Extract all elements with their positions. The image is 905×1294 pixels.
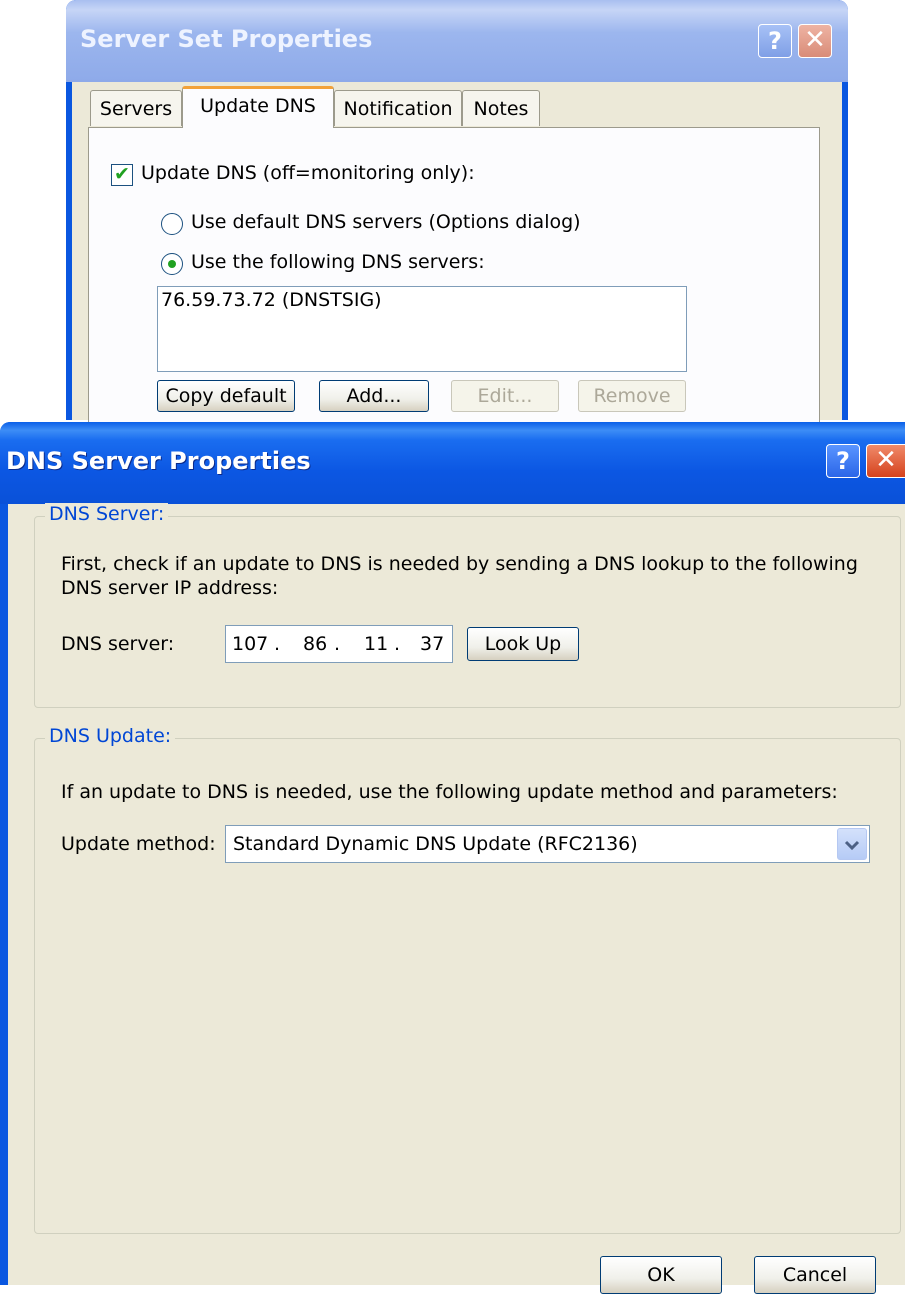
close-icon[interactable]: ✕ xyxy=(866,444,905,478)
dns-server-titlebar[interactable]: DNS Server Properties ? ✕ xyxy=(0,422,905,504)
dns-server-field-label: DNS server: xyxy=(61,633,175,655)
chevron-down-icon xyxy=(844,840,860,851)
dns-server-description-line2: DNS server IP address: xyxy=(61,577,279,599)
ip-separator: . xyxy=(274,633,281,655)
ip-octet-2[interactable]: 86 xyxy=(303,633,327,655)
cancel-button[interactable]: Cancel xyxy=(754,1256,876,1294)
help-icon[interactable]: ? xyxy=(826,444,860,478)
ip-octet-1[interactable]: 107 xyxy=(232,633,268,655)
tab-update-dns[interactable]: Update DNS xyxy=(182,86,334,128)
ok-button[interactable]: OK xyxy=(600,1256,722,1294)
list-item[interactable]: 76.59.73.72 (DNSTSIG) xyxy=(161,289,382,311)
dns-server-legend: DNS Server: xyxy=(45,503,169,525)
help-icon[interactable]: ? xyxy=(758,24,792,58)
tab-notification[interactable]: Notification xyxy=(334,90,462,126)
dns-server-client: DNS Server: First, check if an update to… xyxy=(8,503,905,1294)
edit-button[interactable]: Edit... xyxy=(451,380,559,412)
dns-server-description-line1: First, check if an update to DNS is need… xyxy=(61,553,858,575)
dns-server-properties-window: DNS Server Properties ? ✕ DNS Server: Fi… xyxy=(0,422,905,1294)
following-dns-radio[interactable] xyxy=(161,253,183,275)
tab-servers[interactable]: Servers xyxy=(90,90,182,126)
following-dns-label: Use the following DNS servers: xyxy=(191,251,485,273)
add-button[interactable]: Add... xyxy=(319,380,429,412)
update-method-select[interactable]: Standard Dynamic DNS Update (RFC2136) xyxy=(225,825,870,863)
dns-update-group: DNS Update: If an update to DNS is neede… xyxy=(34,725,901,1234)
default-dns-radio[interactable] xyxy=(161,213,183,235)
dns-server-group: DNS Server: First, check if an update to… xyxy=(34,503,901,708)
server-set-title: Server Set Properties xyxy=(80,25,373,53)
dns-update-description: If an update to DNS is needed, use the f… xyxy=(61,781,838,803)
server-set-properties-window: Server Set Properties ? ✕ Servers Update… xyxy=(66,0,848,427)
dns-server-ip-input[interactable]: 107 . 86 . 11 . 37 xyxy=(225,625,453,663)
ip-octet-4[interactable]: 37 xyxy=(420,633,444,655)
update-dns-label: Update DNS (off=monitoring only): xyxy=(141,162,475,184)
update-method-label: Update method: xyxy=(61,833,216,855)
radio-dot xyxy=(168,260,176,268)
dns-update-legend: DNS Update: xyxy=(45,725,176,747)
server-set-client: Servers Update DNS Notification Notes ✔ … xyxy=(72,82,842,427)
default-dns-label: Use default DNS servers (Options dialog) xyxy=(191,211,581,233)
tab-notes[interactable]: Notes xyxy=(462,90,540,126)
dropdown-arrow-button[interactable] xyxy=(837,828,867,860)
look-up-button[interactable]: Look Up xyxy=(467,627,579,661)
close-icon[interactable]: ✕ xyxy=(798,24,832,58)
ip-separator: . xyxy=(334,633,341,655)
dns-server-title: DNS Server Properties xyxy=(6,447,311,475)
update-method-value: Standard Dynamic DNS Update (RFC2136) xyxy=(233,833,638,855)
update-dns-checkbox[interactable]: ✔ xyxy=(111,164,133,186)
update-dns-panel: ✔ Update DNS (off=monitoring only): Use … xyxy=(88,127,820,427)
ip-octet-3[interactable]: 11 xyxy=(364,633,388,655)
dns-servers-list[interactable]: 76.59.73.72 (DNSTSIG) xyxy=(157,286,687,372)
remove-button[interactable]: Remove xyxy=(578,380,686,412)
copy-default-button[interactable]: Copy default xyxy=(157,380,295,412)
ip-separator: . xyxy=(394,633,401,655)
server-set-titlebar[interactable]: Server Set Properties ? ✕ xyxy=(66,0,848,82)
